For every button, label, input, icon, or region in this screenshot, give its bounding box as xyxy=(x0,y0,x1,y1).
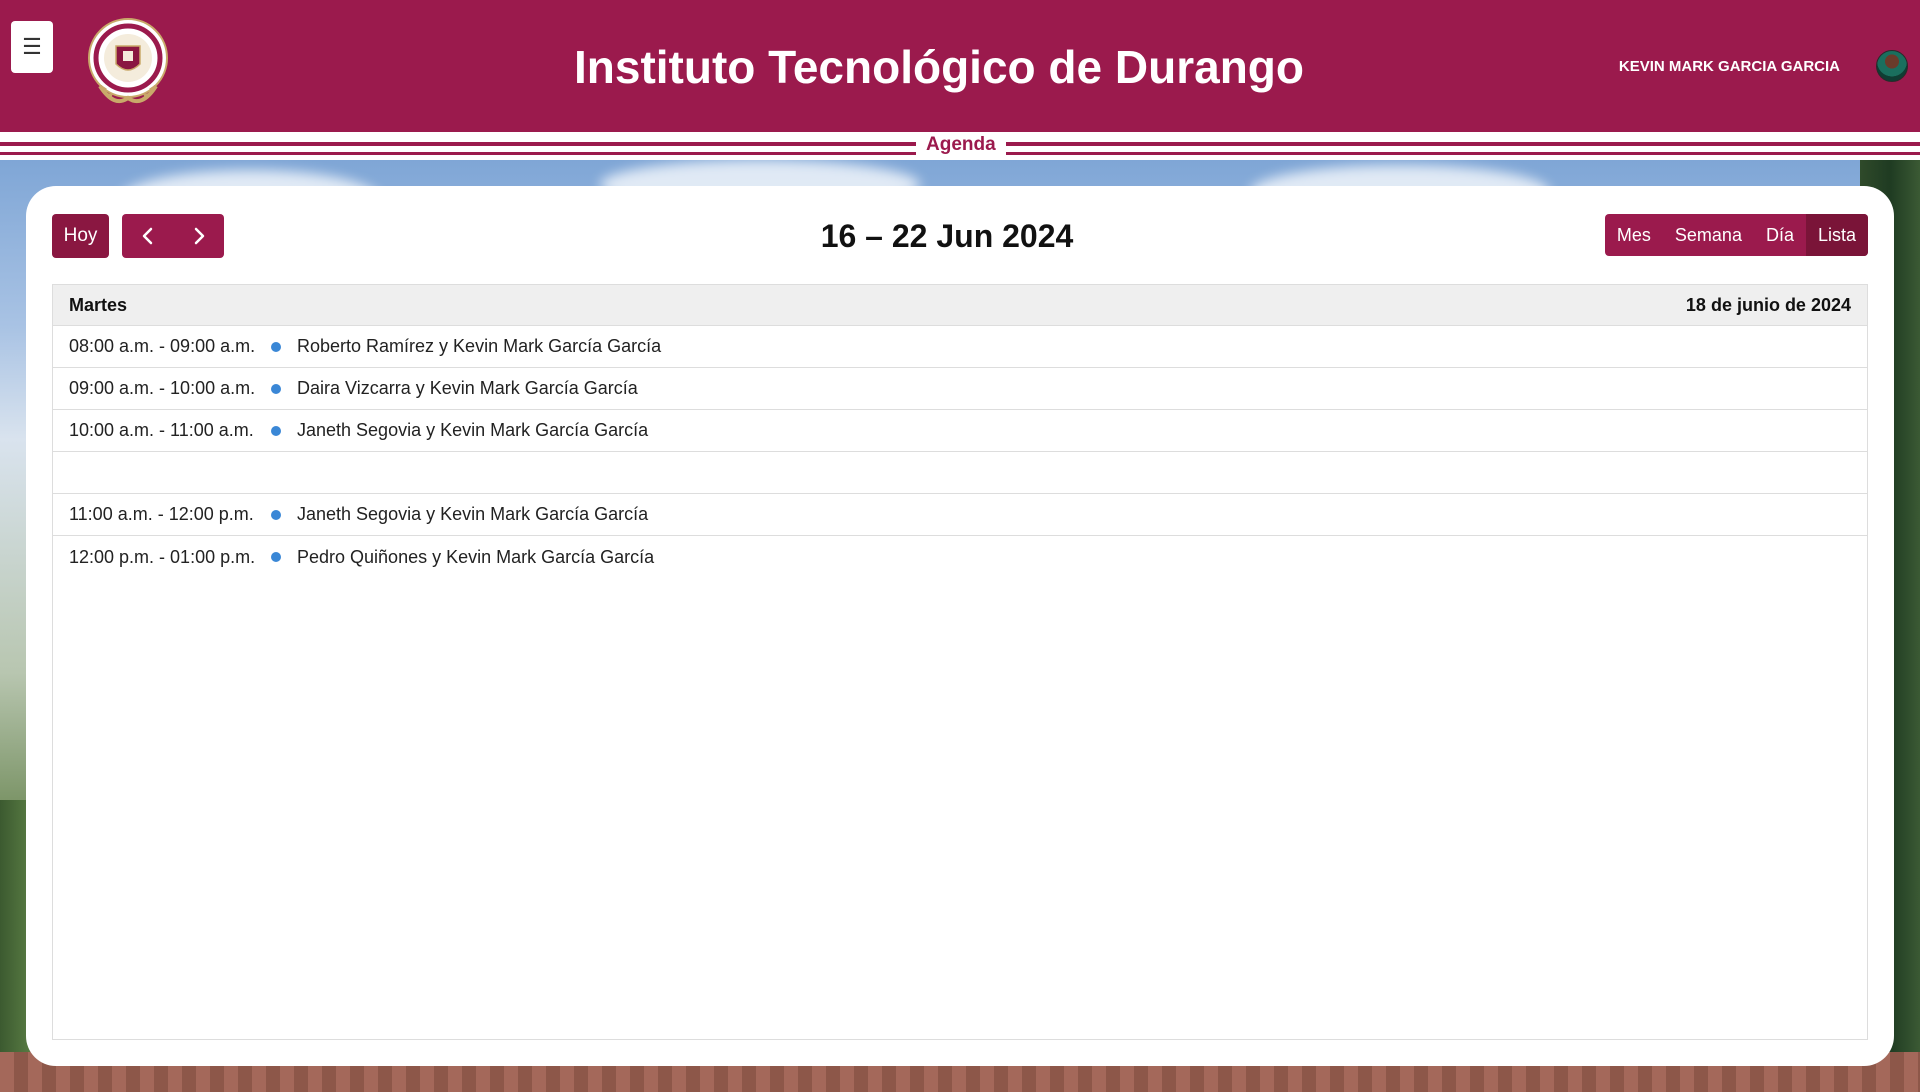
event-title[interactable]: Janeth Segovia y Kevin Mark García Garcí… xyxy=(297,504,1867,525)
event-dot-icon xyxy=(271,509,281,520)
view-day-button[interactable]: Día xyxy=(1754,214,1806,256)
event-row[interactable]: 10:00 a.m. - 11:00 a.m. Janeth Segovia y… xyxy=(53,410,1867,452)
event-dot-icon xyxy=(271,552,281,562)
event-dot-icon xyxy=(271,383,281,394)
user-name[interactable]: KEVIN MARK GARCIA GARCIA xyxy=(1619,58,1840,75)
view-week-button[interactable]: Semana xyxy=(1663,214,1754,256)
date-range-title: 16 – 22 Jun 2024 xyxy=(820,218,1074,254)
event-dot-icon xyxy=(271,341,281,352)
event-dot-icon xyxy=(271,425,281,436)
event-row[interactable]: 11:00 a.m. - 12:00 p.m. Janeth Segovia y… xyxy=(53,494,1867,536)
event-row[interactable]: 12:00 p.m. - 01:00 p.m. Pedro Quiñones y… xyxy=(53,536,1867,578)
view-switcher: Mes Semana Día Lista xyxy=(1604,214,1868,256)
event-title[interactable]: Roberto Ramírez y Kevin Mark García Garc… xyxy=(297,336,1867,357)
event-row[interactable]: 08:00 a.m. - 09:00 a.m. Roberto Ramírez … xyxy=(53,326,1867,368)
event-time: 08:00 a.m. - 09:00 a.m. xyxy=(69,336,256,356)
event-time: 10:00 a.m. - 11:00 a.m. xyxy=(69,420,254,440)
calendar-toolbar: Hoy 16 – 22 Jun 2024 Mes Semana Día List… xyxy=(52,214,1868,258)
event-title[interactable]: Daira Vizcarra y Kevin Mark García Garcí… xyxy=(297,378,1867,399)
site-title: Instituto Tecnológico de Durango xyxy=(573,41,1304,93)
event-row[interactable]: 09:00 a.m. - 10:00 a.m. Daira Vizcarra y… xyxy=(53,368,1867,410)
day-date[interactable]: 18 de junio de 2024 xyxy=(1686,295,1851,316)
day-name: Martes xyxy=(69,294,128,315)
view-list-button[interactable]: Lista xyxy=(1805,214,1868,256)
event-time: 12:00 p.m. - 01:00 p.m. xyxy=(69,546,256,567)
event-time: 09:00 a.m. - 10:00 a.m. xyxy=(69,378,256,398)
calendar-card: Hoy 16 – 22 Jun 2024 Mes Semana Día List… xyxy=(26,186,1894,1066)
user-avatar[interactable] xyxy=(1876,50,1908,82)
section-bar: Agenda xyxy=(0,132,1920,160)
event-time: 11:00 a.m. - 12:00 p.m. xyxy=(69,504,254,524)
site-header: ☰ Instituto Tecnológico de Durango KEVIN… xyxy=(0,0,1920,132)
event-title[interactable]: Pedro Quiñones y Kevin Mark García Garcí… xyxy=(297,547,1867,568)
event-title[interactable]: Janeth Segovia y Kevin Mark García Garcí… xyxy=(297,420,1867,441)
empty-row xyxy=(53,452,1867,494)
event-list: Martes 18 de junio de 2024 08:00 a.m. - … xyxy=(52,284,1868,1040)
day-header: Martes 18 de junio de 2024 xyxy=(53,285,1867,326)
section-title: Agenda xyxy=(916,134,1006,156)
view-month-button[interactable]: Mes xyxy=(1605,214,1663,256)
